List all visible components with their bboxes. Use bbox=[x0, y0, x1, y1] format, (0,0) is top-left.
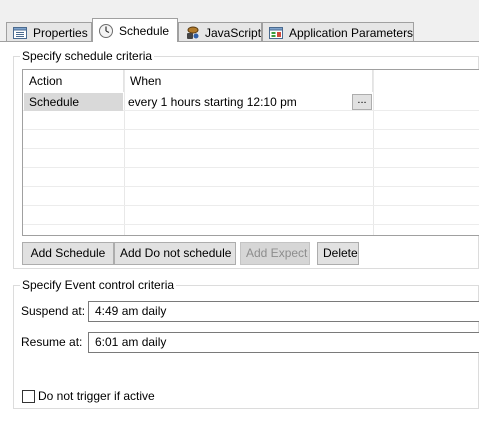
table-row-empty bbox=[23, 130, 479, 149]
properties-icon bbox=[12, 25, 28, 41]
table-row-empty bbox=[23, 111, 479, 130]
cell-action[interactable]: Schedule bbox=[24, 93, 123, 111]
table-row-empty bbox=[23, 206, 479, 225]
group-title: Specify schedule criteria bbox=[20, 49, 155, 63]
schedule-panel: Specify schedule criteria Action When Sc… bbox=[0, 42, 479, 426]
event-control-group: Specify Event control criteria Suspend a… bbox=[13, 278, 479, 409]
add-do-not-schedule-button[interactable]: Add Do not schedule bbox=[114, 242, 236, 265]
tab-bar: Properties Schedule JavaScript Applicati… bbox=[0, 0, 479, 42]
add-schedule-button[interactable]: Add Schedule bbox=[22, 242, 114, 265]
tab-javascript[interactable]: JavaScript bbox=[178, 22, 262, 42]
tab-label: JavaScript bbox=[205, 25, 262, 40]
do-not-trigger-label[interactable]: Do not trigger if active bbox=[38, 386, 155, 406]
add-expect-button[interactable]: Add Expect bbox=[240, 242, 310, 265]
table-row-empty bbox=[23, 187, 479, 206]
schedule-table[interactable]: Action When Schedule every 1 hours start… bbox=[22, 69, 479, 236]
tab-application-parameters[interactable]: Application Parameters bbox=[262, 22, 414, 42]
suspend-at-field[interactable]: 4:49 am daily bbox=[88, 301, 479, 322]
suspend-label: Suspend at: bbox=[21, 304, 86, 318]
schedule-criteria-group: Specify schedule criteria Action When Sc… bbox=[13, 49, 479, 269]
table-row-empty bbox=[23, 149, 479, 168]
column-header-action[interactable]: Action bbox=[23, 70, 124, 92]
delete-button[interactable]: Delete bbox=[317, 242, 359, 265]
column-header-when[interactable]: When bbox=[124, 70, 373, 92]
tab-label: Properties bbox=[33, 25, 88, 40]
tab-label: Schedule bbox=[119, 23, 170, 38]
tab-schedule[interactable]: Schedule bbox=[92, 18, 178, 42]
table-row-empty bbox=[23, 168, 479, 187]
javascript-icon bbox=[184, 25, 200, 41]
parameters-icon bbox=[268, 25, 284, 41]
tab-label: Application Parameters bbox=[289, 25, 414, 40]
cell-when[interactable]: every 1 hours starting 12:10 pm bbox=[128, 93, 297, 111]
do-not-trigger-checkbox[interactable] bbox=[22, 390, 35, 403]
tab-properties[interactable]: Properties bbox=[6, 22, 92, 42]
resume-label: Resume at: bbox=[21, 335, 83, 349]
schedule-editor: Properties Schedule JavaScript Applicati… bbox=[0, 0, 479, 426]
clock-icon bbox=[98, 23, 114, 39]
resume-at-field[interactable]: 6:01 am daily bbox=[88, 332, 479, 353]
group-title: Specify Event control criteria bbox=[20, 278, 177, 292]
edit-when-button[interactable]: ... bbox=[352, 94, 372, 110]
table-header: Action When bbox=[23, 70, 479, 92]
